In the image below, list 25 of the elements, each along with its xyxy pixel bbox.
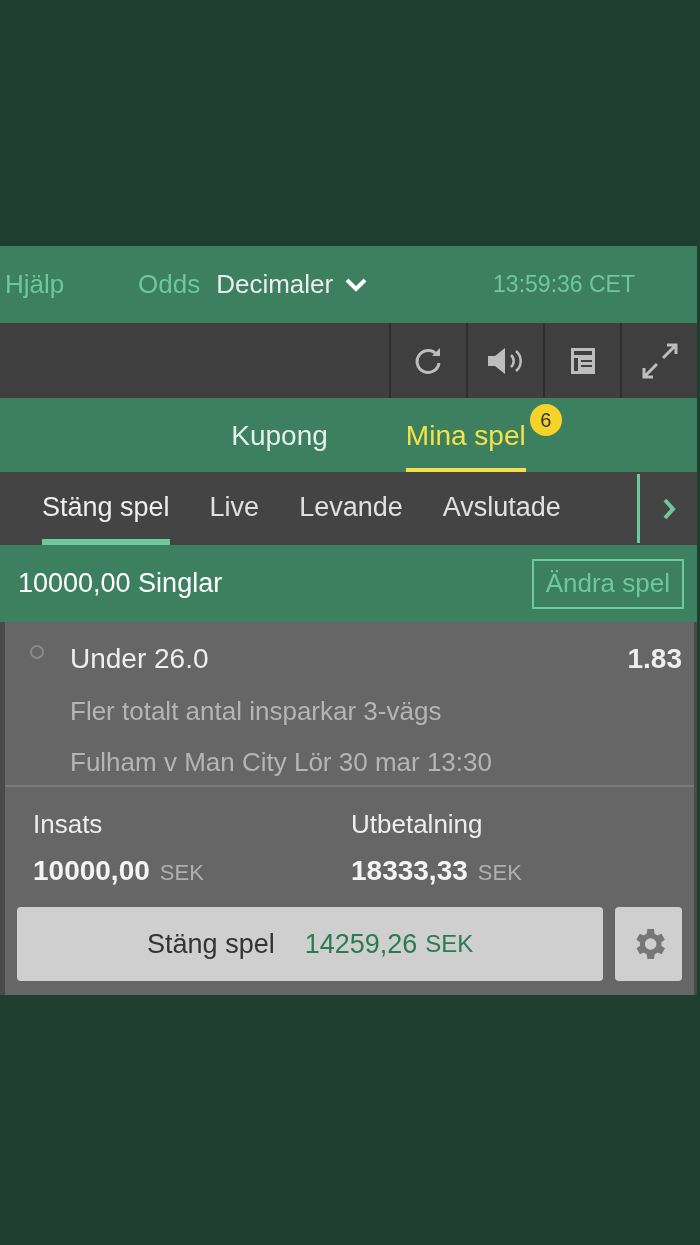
clock: 13:59:36 CET	[493, 270, 635, 300]
market-name: Fler totalt antal insparkar 3-vägs	[70, 695, 443, 728]
subtab[interactable]: Live	[209, 472, 260, 545]
currency-label: SEK	[477, 859, 522, 887]
subtab[interactable]: Avslutade	[442, 472, 561, 545]
cash-out-button[interactable]: Stäng spel 14259,26 SEK	[17, 907, 604, 981]
odds-dropdown[interactable]: Decimaler	[216, 265, 368, 304]
odds-label: Odds	[138, 268, 201, 301]
payout-amount: 18333,33	[351, 854, 468, 888]
stake-amount: 10000,00	[33, 854, 150, 888]
event-info: Fulham v Man City Lör 30 mar 13:30	[70, 746, 493, 779]
settings-button[interactable]	[615, 907, 682, 981]
odds-value: 1.83	[627, 642, 682, 676]
subtab[interactable]: Levande	[299, 472, 403, 545]
count-badge: 6	[529, 404, 562, 436]
selection-name: Under 26.0	[70, 642, 209, 676]
tab[interactable]: Kupong	[231, 398, 328, 472]
expand-icon	[640, 341, 679, 380]
calculator-icon	[569, 346, 596, 375]
bet-title: 10000,00 Singlar	[18, 567, 223, 601]
currency-label: SEK	[159, 859, 204, 887]
chevron-down-icon	[345, 277, 368, 292]
chevron-right-icon	[661, 496, 676, 521]
payout-label: Utbetalning	[351, 808, 484, 841]
stake-label: Insats	[33, 808, 104, 841]
